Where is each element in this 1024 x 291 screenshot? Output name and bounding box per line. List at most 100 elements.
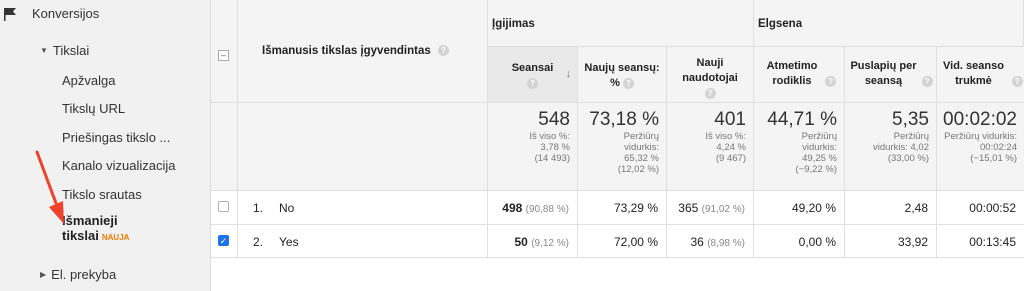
col-header-label: Naujų seansų: % bbox=[584, 62, 660, 89]
total-new-sessions: 73,18 % Peržiūrų vidurkis: 65,32 % (12,0… bbox=[578, 103, 667, 191]
sort-down-icon[interactable]: ↓ bbox=[566, 67, 572, 82]
total-pages-per-session: 5,35 Peržiūrų vidurkis: 4,02 (33,00 %) bbox=[845, 103, 937, 191]
triangle-down-icon: ▼ bbox=[40, 46, 48, 55]
total-value: 00:02:02 bbox=[943, 109, 1017, 130]
sidebar-item-overview[interactable]: Apžvalga bbox=[62, 73, 115, 88]
total-new-users: 401 Iš viso %: 4,24 % (9 467) bbox=[667, 103, 754, 191]
cell-avg-session-duration: 00:00:52 bbox=[937, 191, 1024, 225]
cell-new-sessions: 72,00 % bbox=[578, 225, 667, 258]
total-caption: (14 493) bbox=[534, 153, 570, 164]
col-header-sessions[interactable]: Seansai ? ↓ bbox=[488, 47, 578, 103]
cell-percent: (90,88 %) bbox=[525, 204, 569, 215]
sidebar-item-label: El. prekyba bbox=[51, 267, 117, 282]
group-acquisition: Įgijimas bbox=[488, 0, 754, 47]
col-header-pages-per-session[interactable]: Puslapių per seansą ? bbox=[845, 47, 937, 103]
total-caption: 4,24 % bbox=[716, 142, 746, 153]
cell-value: 498 bbox=[502, 201, 523, 215]
col-header-label: Vid. seanso trukmė bbox=[943, 60, 1004, 87]
new-badge: NAUJA bbox=[101, 233, 130, 242]
help-icon[interactable]: ? bbox=[1011, 75, 1023, 87]
row-index: 2. bbox=[253, 235, 264, 249]
total-caption: (−15,01 %) bbox=[970, 153, 1017, 164]
total-caption: Peržiūrų bbox=[893, 131, 929, 142]
total-caption: Peržiūrų bbox=[801, 131, 837, 142]
total-bounce-rate: 44,71 % Peržiūrų vidurkis: 49,25 % (−9,2… bbox=[754, 103, 845, 191]
help-icon[interactable]: ? bbox=[825, 75, 837, 87]
help-icon[interactable]: ? bbox=[437, 45, 449, 57]
total-avg-session-duration: 00:02:02 Peržiūrų vidurkis: 00:02:24 (−1… bbox=[937, 103, 1024, 191]
cell-bounce-rate: 49,20 % bbox=[754, 191, 845, 225]
col-header-new-users[interactable]: Nauji naudotojai ? bbox=[667, 47, 754, 103]
col-header-avg-session-duration[interactable]: Vid. seanso trukmė ? bbox=[937, 47, 1024, 103]
total-caption: 49,25 % bbox=[802, 153, 837, 164]
total-caption: 00:02:24 bbox=[980, 142, 1017, 153]
col-header-label: Nauji naudotojai bbox=[682, 57, 738, 84]
row-checkbox-checked[interactable]: ✓ bbox=[218, 235, 229, 246]
sidebar-item-goal-urls[interactable]: Tikslų URL bbox=[62, 101, 125, 116]
col-header-new-sessions[interactable]: Naujų seansų: % ? bbox=[578, 47, 667, 103]
cell-pages-per-session: 2,48 bbox=[845, 191, 937, 225]
table-row: 1. No bbox=[238, 191, 488, 225]
total-caption: 3,78 % bbox=[540, 142, 570, 153]
total-caption: (12,02 %) bbox=[617, 164, 659, 175]
cell-bounce-rate: 0,00 % bbox=[754, 225, 845, 258]
dimension-header-label: Išmanusis tikslas įgyvendintas bbox=[262, 45, 431, 57]
select-all-cell: – bbox=[211, 0, 238, 103]
help-icon[interactable]: ? bbox=[622, 77, 634, 89]
total-caption: Peržiūrų vidurkis: bbox=[944, 131, 1017, 142]
help-icon[interactable]: ? bbox=[921, 75, 933, 87]
col-header-label: Atmetimo rodiklis bbox=[766, 60, 818, 87]
sidebar-item-conversions[interactable]: Konversijos bbox=[32, 6, 99, 21]
total-caption: 65,32 % bbox=[624, 153, 659, 164]
dimension-header[interactable]: Išmanusis tikslas įgyvendintas ? bbox=[262, 45, 449, 57]
total-caption: (−9,22 %) bbox=[795, 164, 837, 175]
cell-new-users: 365 (91,02 %) bbox=[667, 191, 754, 225]
row-checkbox-cell bbox=[211, 191, 238, 225]
cell-sessions: 498 (90,88 %) bbox=[488, 191, 578, 225]
cell-avg-session-duration: 00:13:45 bbox=[937, 225, 1024, 258]
cell-percent: (9,12 %) bbox=[531, 238, 569, 249]
help-icon[interactable]: ? bbox=[527, 77, 538, 89]
cell-percent: (91,02 %) bbox=[701, 204, 745, 215]
total-value: 44,71 % bbox=[767, 109, 837, 130]
total-sessions: 548 Iš viso %: 3,78 % (14 493) bbox=[488, 103, 578, 191]
row-dimension-value[interactable]: Yes bbox=[279, 235, 299, 249]
cell-value: 50 bbox=[514, 235, 528, 249]
select-all-checkbox[interactable]: – bbox=[218, 50, 229, 61]
dimension-header-cell: Išmanusis tikslas įgyvendintas ? bbox=[238, 0, 488, 103]
total-caption: (33,00 %) bbox=[887, 153, 929, 164]
col-header-label: Puslapių per seansą bbox=[850, 60, 917, 87]
cell-value: 36 bbox=[690, 235, 704, 249]
total-caption: vidurkis: 4,02 bbox=[873, 142, 929, 153]
sidebar-item-ecommerce[interactable]: ▶ El. prekyba bbox=[40, 267, 116, 282]
sidebar-item-label: Išmanieji bbox=[62, 213, 118, 228]
col-header-bounce-rate[interactable]: Atmetimo rodiklis ? bbox=[754, 47, 845, 103]
triangle-right-icon: ▶ bbox=[40, 270, 47, 279]
total-caption: Iš viso %: bbox=[529, 131, 570, 142]
total-caption: vidurkis: bbox=[624, 142, 659, 153]
totals-label-cell bbox=[238, 103, 488, 191]
sidebar-item-goals[interactable]: ▼ Tikslai bbox=[40, 43, 89, 58]
row-checkbox[interactable] bbox=[218, 201, 229, 212]
row-index: 1. bbox=[253, 201, 264, 215]
sidebar-item-reverse-goal-path[interactable]: Priešingas tikslo ... bbox=[62, 130, 170, 145]
sidebar-item-funnel-visualization[interactable]: Kanalo vizualizacija bbox=[62, 158, 175, 173]
col-header-label: Seansai bbox=[511, 62, 554, 74]
cell-new-users: 36 (8,98 %) bbox=[667, 225, 754, 258]
cell-pages-per-session: 33,92 bbox=[845, 225, 937, 258]
table-row: 2. Yes bbox=[238, 225, 488, 258]
help-icon[interactable]: ? bbox=[704, 87, 716, 99]
sidebar-item-smart-goals[interactable]: Išmanieji tikslai NAUJA bbox=[62, 213, 129, 243]
total-caption: Iš viso %: bbox=[705, 131, 746, 142]
totals-empty-cell bbox=[211, 103, 238, 191]
cell-value: 365 bbox=[678, 201, 699, 215]
row-dimension-value[interactable]: No bbox=[279, 201, 294, 215]
total-value: 401 bbox=[714, 109, 746, 130]
sidebar-item-goal-flow[interactable]: Tikslo srautas bbox=[62, 187, 142, 202]
total-caption: vidurkis: bbox=[802, 142, 837, 153]
total-value: 73,18 % bbox=[589, 109, 659, 130]
total-value: 548 bbox=[538, 109, 570, 130]
flag-icon bbox=[4, 8, 16, 21]
row-checkbox-cell: ✓ bbox=[211, 225, 238, 258]
sidebar-item-label: Tikslai bbox=[52, 43, 90, 58]
